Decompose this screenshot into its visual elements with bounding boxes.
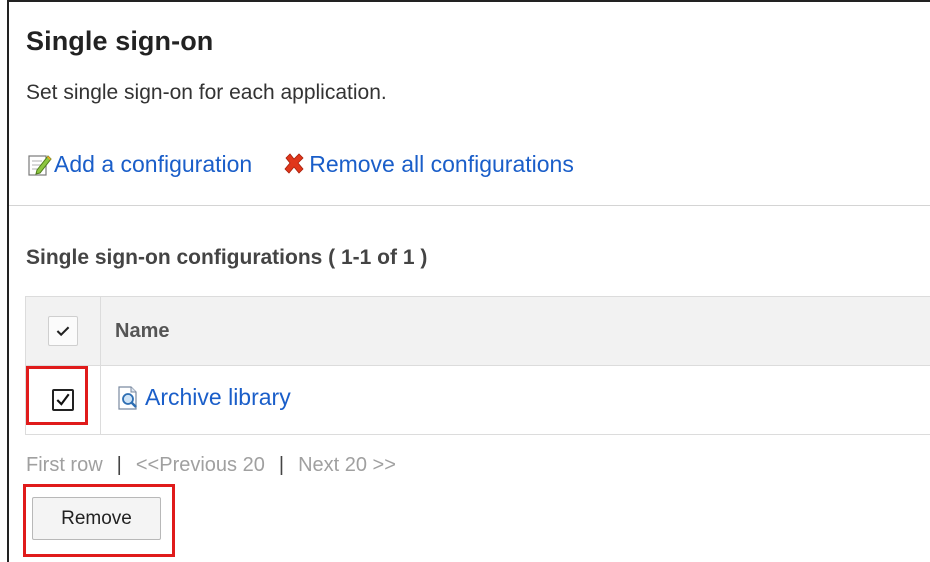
x-icon (281, 151, 307, 177)
page-description: Set single sign-on for each application. (26, 81, 387, 104)
pagination: First row | <<Previous 20 | Next 20 >> (26, 454, 396, 477)
page-frame: Single sign-on Set single sign-on for ea… (7, 0, 930, 562)
table-row: Archive library (25, 365, 930, 435)
add-configuration-link[interactable]: Add a configuration (26, 151, 252, 178)
select-all-checkbox[interactable] (48, 316, 78, 346)
row-name-cell: Archive library (100, 365, 930, 435)
pager-next: Next 20 >> (298, 454, 396, 476)
pager-separator: | (116, 454, 122, 476)
add-configuration-label: Add a configuration (54, 150, 253, 177)
header-checkbox-cell (25, 296, 101, 366)
checkmark-icon (56, 393, 70, 406)
table-header-row: Name (25, 296, 930, 366)
configuration-name: Archive library (145, 384, 291, 410)
document-search-icon (115, 384, 143, 412)
pager-separator: | (278, 454, 285, 476)
action-bar: Add a configuration Remove all configura… (26, 148, 574, 180)
list-title: Single sign-on configurations ( 1-1 of 1… (26, 246, 428, 269)
checkmark-icon (56, 326, 70, 337)
remove-button[interactable]: Remove (32, 497, 161, 540)
remove-all-configurations-link[interactable]: Remove all configurations (281, 151, 574, 178)
row-checkbox-cell (25, 365, 101, 435)
page-title: Single sign-on (26, 26, 214, 56)
configurations-table: Name Archive library (25, 296, 930, 435)
row-checkbox[interactable] (52, 389, 74, 411)
section-divider (9, 205, 930, 206)
edit-icon (26, 151, 52, 177)
pager-first-row: First row (26, 454, 103, 476)
configuration-link[interactable]: Archive library (115, 384, 291, 412)
pager-previous: <<Previous 20 (135, 454, 265, 476)
column-header-name: Name (100, 296, 930, 366)
remove-all-configurations-label: Remove all configurations (309, 150, 574, 177)
